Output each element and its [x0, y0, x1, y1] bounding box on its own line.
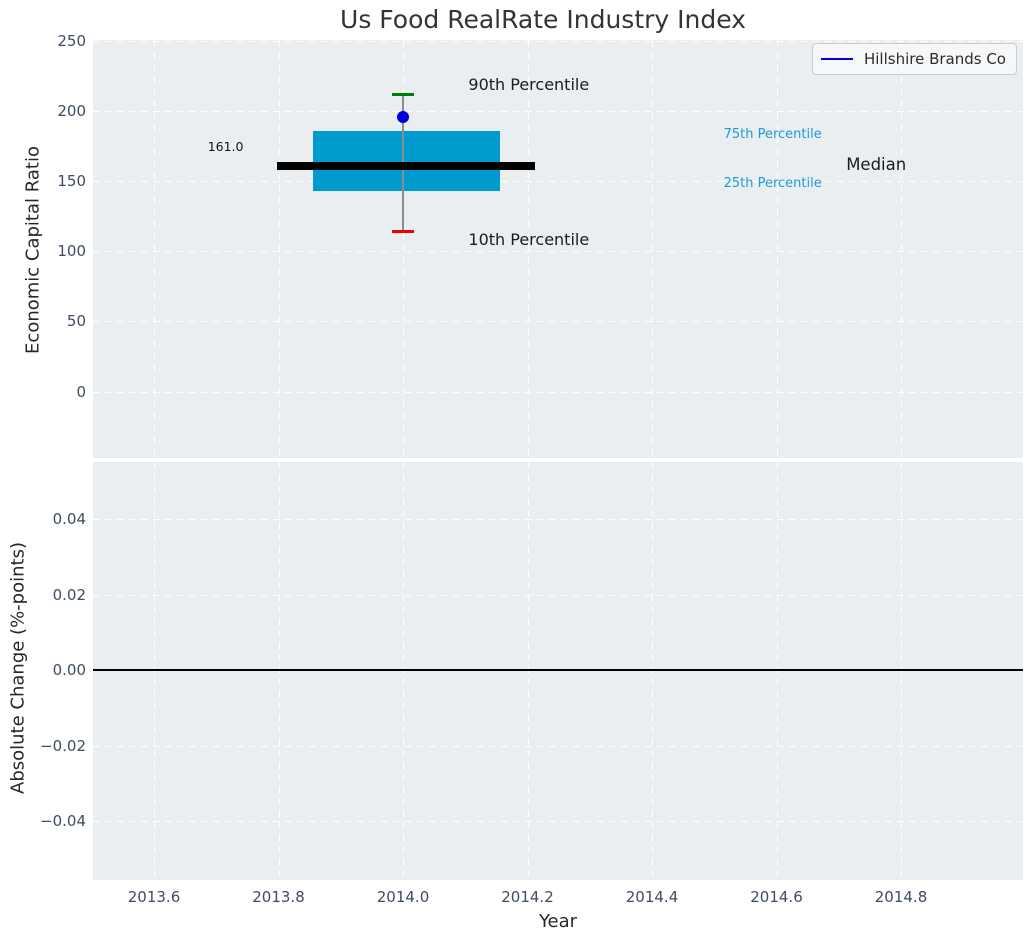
annotation-10th-percentile: 10th Percentile: [468, 230, 590, 250]
x-tick-label: 2013.8: [252, 888, 305, 906]
y-tick-label: −0.04: [40, 812, 86, 831]
legend: Hillshire Brands Co: [811, 43, 1017, 75]
y-tick-label: −0.02: [40, 736, 86, 755]
chart-title: Us Food RealRate Industry Index: [340, 5, 746, 34]
bottom-plot-area: [93, 462, 1023, 880]
gridline-horizontal: [93, 181, 1023, 183]
annotation-75th-percentile: 75th Percentile: [723, 126, 822, 142]
company-marker: [397, 110, 409, 123]
gridline-horizontal: [93, 251, 1023, 253]
y-tick-label: 0: [76, 382, 86, 401]
x-tick-label: 2014.8: [874, 888, 928, 906]
annotation-90th-percentile: 90th Percentile: [468, 75, 590, 95]
y-tick-label: 0.00: [52, 661, 86, 680]
gridline-horizontal: [93, 594, 1023, 596]
annotation-161-0: 161.0: [207, 139, 244, 155]
x-tick-label: 2014.4: [625, 888, 679, 906]
x-tick-label: 2014.2: [501, 888, 554, 906]
whisker-cap-upper: [392, 92, 414, 96]
x-tick-label: 2013.6: [127, 888, 181, 906]
annotation-25th-percentile: 25th Percentile: [723, 175, 822, 191]
y-tick-label: 250: [57, 32, 86, 50]
y-tick-label: 100: [57, 242, 86, 261]
legend-label: Hillshire Brands Co: [863, 50, 1006, 68]
median-line: [277, 161, 535, 170]
y-tick-label: 200: [57, 102, 86, 121]
gridline-vertical: [154, 40, 155, 458]
y-tick-label: 150: [57, 172, 86, 191]
whisker-cap-lower: [392, 230, 414, 234]
gridline-horizontal: [93, 41, 1023, 42]
gridline-vertical: [776, 40, 778, 458]
y-tick-label: 0.04: [52, 510, 86, 528]
gridline-horizontal: [93, 391, 1023, 393]
gridline-horizontal: [93, 111, 1023, 113]
zero-line: [93, 669, 1023, 672]
x-axis-label: Year: [538, 911, 578, 932]
figure: Us Food RealRate Industry Index Hillshir…: [0, 0, 1034, 942]
gridline-horizontal: [93, 519, 1023, 520]
x-tick-label: 2014.0: [376, 888, 430, 906]
y-tick-label: 0.02: [52, 585, 86, 604]
gridline-vertical: [278, 40, 280, 458]
top-plot-area: Hillshire Brands Co 90th Percentile 10th …: [93, 40, 1023, 458]
gridline-vertical: [901, 40, 902, 458]
x-tick-label: 2014.6: [750, 888, 803, 906]
gridline-horizontal: [93, 745, 1023, 747]
legend-line-sample: [820, 58, 853, 60]
gridline-horizontal: [93, 321, 1023, 323]
gridline-horizontal: [93, 821, 1023, 823]
annotation-median: Median: [846, 154, 907, 174]
gridline-vertical: [652, 40, 653, 458]
y-tick-label: 50: [66, 312, 86, 331]
